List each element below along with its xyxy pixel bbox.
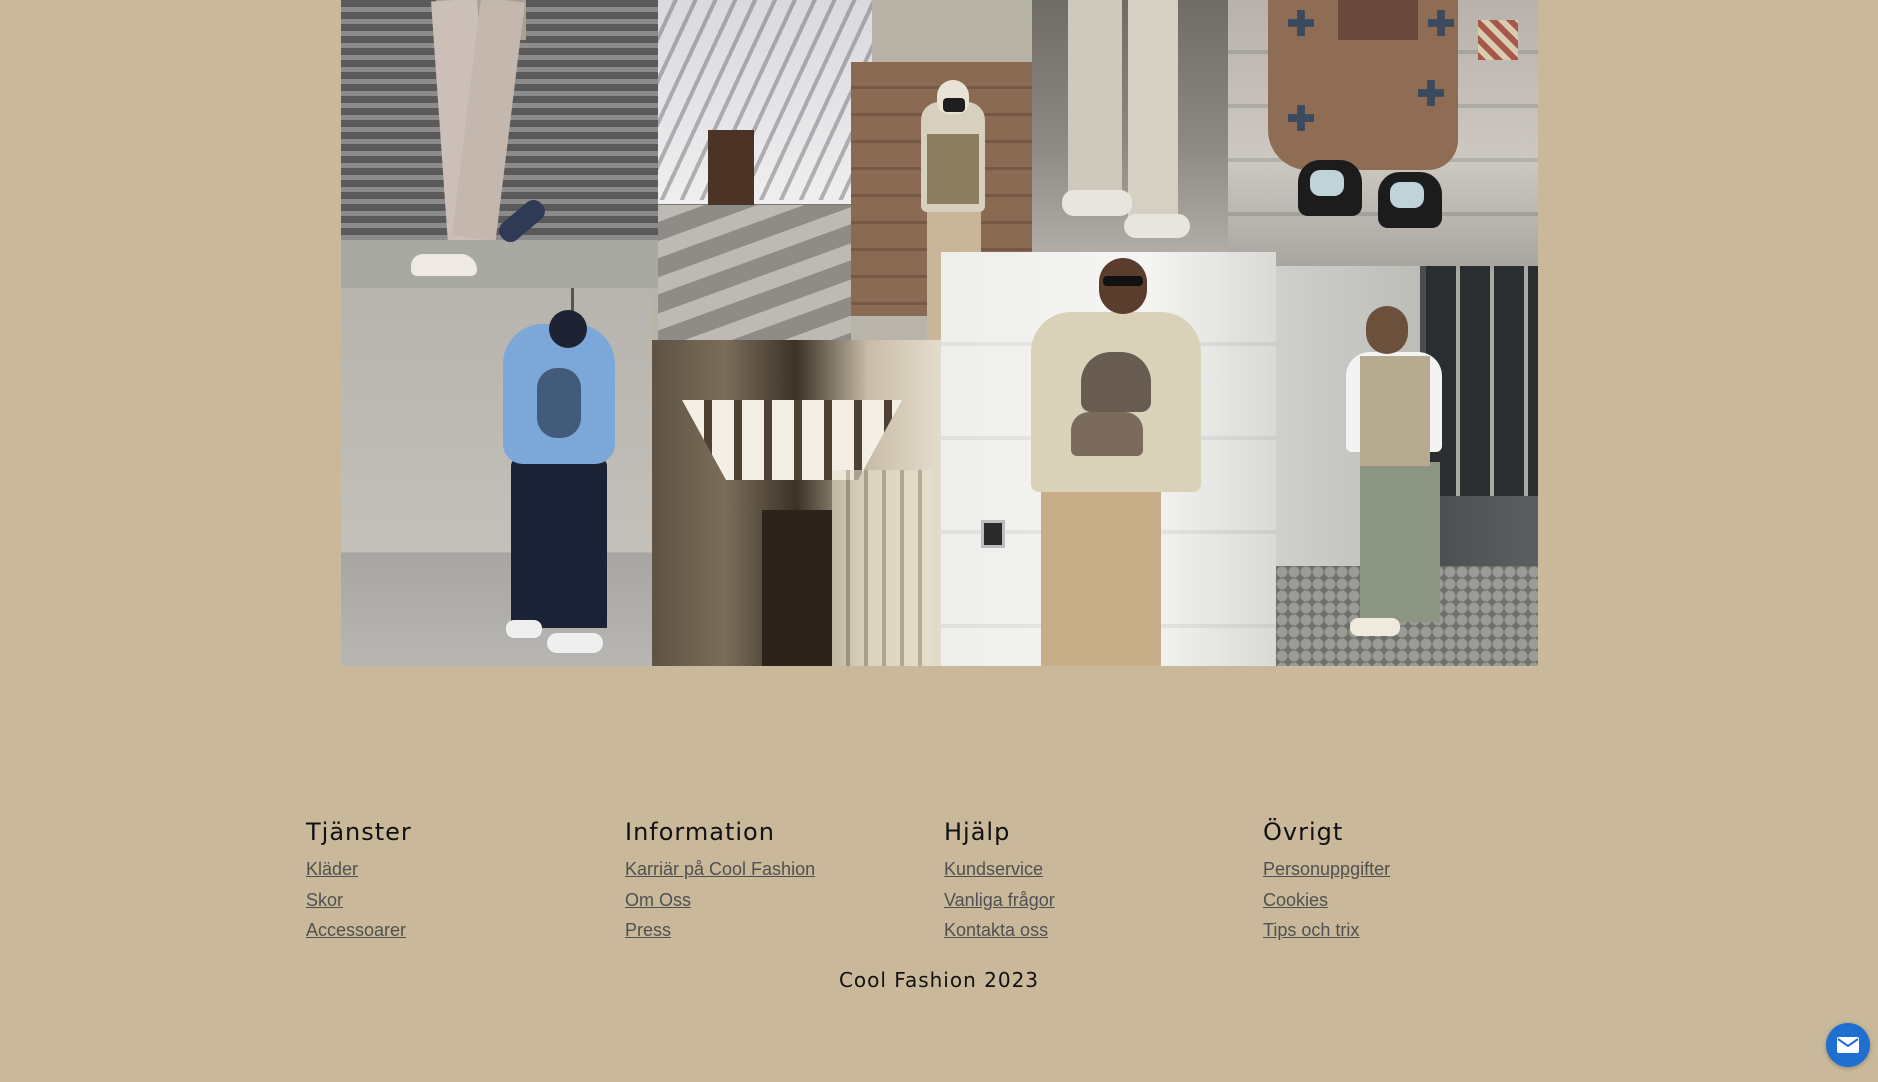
- footer-link-kontakta-oss[interactable]: Kontakta oss: [944, 915, 1244, 946]
- footer-heading: Hjälp: [944, 818, 1011, 846]
- page: Tjänster Kläder Skor Accessoarer Informa…: [0, 0, 1878, 1082]
- footer-link-om-oss[interactable]: Om Oss: [625, 885, 925, 916]
- collage-image-man-utility-vest: [1276, 266, 1538, 666]
- collage-image-brown-jeans-sneakers: [1228, 0, 1538, 266]
- footer-link-accessoarer[interactable]: Accessoarer: [306, 915, 606, 946]
- footer-column-information: Information Karriär på Cool Fashion Om O…: [625, 818, 925, 946]
- footer-link-klader[interactable]: Kläder: [306, 854, 606, 885]
- footer-heading: Övrigt: [1263, 818, 1344, 846]
- footer-link-press[interactable]: Press: [625, 915, 925, 946]
- collage-image-man-in-beige-trousers: [341, 0, 658, 288]
- footer-link-kundservice[interactable]: Kundservice: [944, 854, 1244, 885]
- footer-column-tjanster: Tjänster Kläder Skor Accessoarer: [306, 818, 606, 946]
- collage-image-cargo-pants: [1032, 0, 1228, 252]
- photo-collage: [341, 0, 1538, 666]
- footer-link-personuppgifter[interactable]: Personuppgifter: [1263, 854, 1563, 885]
- contact-mail-button[interactable]: [1826, 1023, 1870, 1067]
- footer-heading: Tjänster: [306, 818, 412, 846]
- collage-image-woman-oversized-tee: [941, 252, 1276, 666]
- footer-link-tips-och-trix[interactable]: Tips och trix: [1263, 915, 1563, 946]
- collage-image-lit-corridor: [652, 340, 941, 666]
- footer-heading: Information: [625, 818, 775, 846]
- collage-image-blue-hoodie: [341, 288, 652, 666]
- footer-link-cookies[interactable]: Cookies: [1263, 885, 1563, 916]
- footer-link-vanliga-fragor[interactable]: Vanliga frågor: [944, 885, 1244, 916]
- mail-icon: [1837, 1037, 1859, 1053]
- copyright-text: Cool Fashion 2023: [838, 968, 1040, 992]
- footer-column-hjalp: Hjälp Kundservice Vanliga frågor Kontakt…: [944, 818, 1244, 946]
- footer-column-ovrigt: Övrigt Personuppgifter Cookies Tips och …: [1263, 818, 1563, 946]
- footer-link-karriar[interactable]: Karriär på Cool Fashion: [625, 854, 925, 885]
- collage-image-white-building: [658, 0, 872, 340]
- footer-link-skor[interactable]: Skor: [306, 885, 606, 916]
